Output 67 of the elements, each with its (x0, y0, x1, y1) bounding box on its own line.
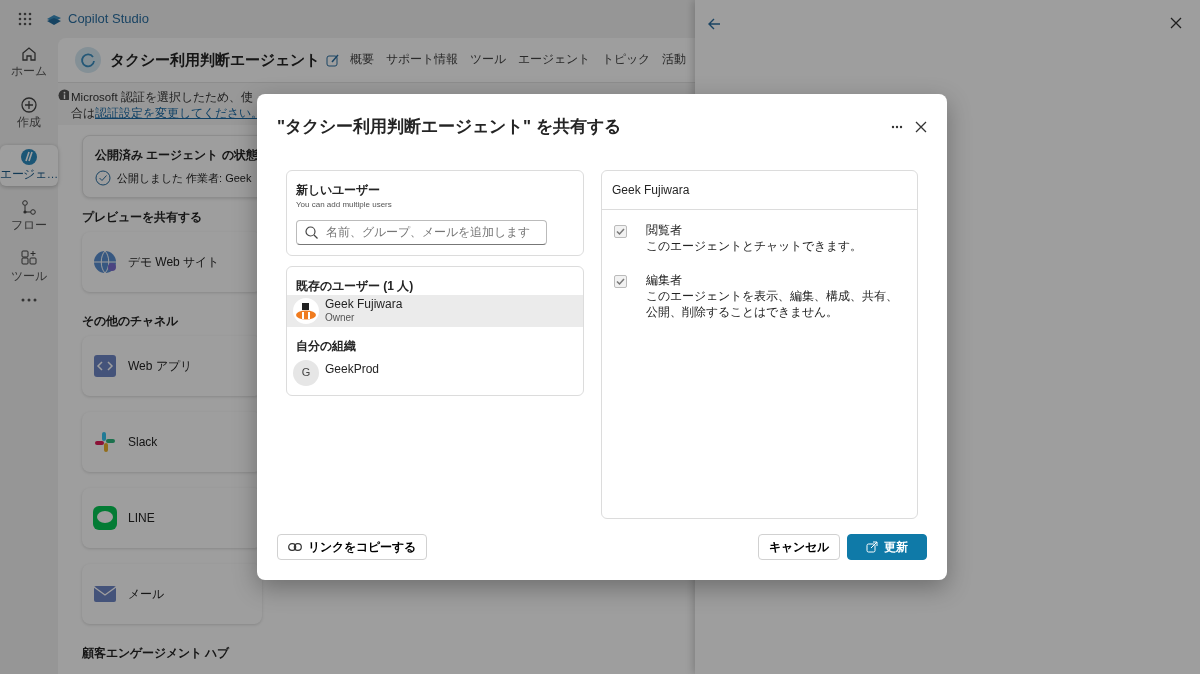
cancel-button[interactable]: キャンセル (758, 534, 840, 560)
close-icon[interactable] (915, 120, 927, 133)
search-field[interactable]: 名前、グループ、メールを追加します (296, 219, 547, 245)
logo-icon (46, 12, 62, 26)
nav-item[interactable]: ホーム (0, 42, 58, 84)
org-row[interactable]: G GeekProd (287, 356, 583, 389)
nav-item[interactable]: 作成 (0, 93, 58, 135)
tab[interactable]: エージェント (516, 51, 592, 69)
section-heading: 新しいユーザー (296, 181, 381, 199)
section-heading: その他のチャネル (82, 312, 178, 330)
check-circle-icon (95, 170, 111, 187)
role-title: 閲覧者 (646, 221, 683, 238)
close-icon[interactable] (1170, 17, 1182, 29)
role-description: このエージェントを表示、編集、構成、共有、公開、削除することはできません。 (646, 287, 899, 320)
flow-icon (20, 198, 38, 217)
nav-item[interactable]: ツール (0, 247, 58, 289)
user-avatar-icon (293, 297, 319, 324)
agent-avatar-icon (74, 46, 102, 74)
section-heading: 既存のユーザー (1 人) (295, 277, 415, 295)
link-icon (288, 543, 302, 551)
globe-icon (92, 248, 118, 275)
tab[interactable]: サポート情報 (384, 51, 460, 69)
section-heading: プレビューを共有する (82, 208, 202, 226)
more-icon[interactable] (891, 124, 903, 129)
search-icon (305, 225, 318, 239)
agent-name: タクシー利用判断エージェント (110, 49, 320, 70)
channel-name: Slack (128, 433, 158, 451)
app-title: Copilot Studio (68, 10, 149, 29)
banner-text: Microsoft 認証を選択したため、使 (71, 90, 254, 105)
channel-name: デモ Web サイト (128, 253, 220, 271)
home-icon (20, 45, 38, 63)
org-avatar: G (293, 359, 319, 386)
dialog-title: "タクシー利用判断エージェント" を共有する (277, 116, 621, 138)
update-button[interactable]: 更新 (847, 534, 927, 560)
chat-bubble-icon (92, 504, 118, 531)
status-title: 公開済み エージェント の状態 (95, 147, 259, 164)
channel-card[interactable]: メール (82, 563, 262, 624)
plus-icon (20, 96, 38, 115)
role-description: このエージェントとチャットできます。 (646, 237, 863, 254)
tab[interactable]: 活動 (660, 51, 688, 69)
tab[interactable]: 概要 (348, 51, 376, 69)
edit-icon[interactable] (326, 53, 340, 67)
section-heading: 顧客エンゲージメント ハブ (82, 644, 230, 662)
tab[interactable]: トピック (600, 51, 652, 69)
hint-text: You can add multiple users (296, 198, 393, 211)
code-icon (92, 352, 118, 379)
copy-link-button[interactable]: リンクをコピーする (277, 534, 427, 560)
back-icon[interactable] (707, 17, 721, 31)
app-launcher-icon[interactable] (18, 12, 32, 26)
nav-item[interactable]: フロー (0, 195, 58, 237)
user-role: Owner (325, 310, 356, 324)
user-name: Geek Fujiwara (325, 297, 403, 311)
channel-name: LINE (128, 509, 155, 527)
section-heading: 自分の組織 (295, 337, 357, 355)
channel-name: Web アプリ (128, 357, 192, 375)
status-text: 公開しました 作業者: Geek (117, 171, 252, 186)
nav-item[interactable]: エージェ… (0, 144, 58, 186)
tools-icon (20, 250, 38, 268)
user-row[interactable]: Geek Fujiwara Owner (287, 294, 583, 327)
banner-text: 合は (71, 106, 95, 121)
role-title: 編集者 (646, 271, 683, 288)
channel-name: メール (128, 585, 164, 603)
share-icon (866, 541, 878, 553)
user-name: Geek Fujiwara (612, 182, 690, 197)
org-name: GeekProd (325, 360, 380, 378)
tab[interactable]: ツール (468, 51, 508, 69)
agent-icon (20, 147, 38, 166)
